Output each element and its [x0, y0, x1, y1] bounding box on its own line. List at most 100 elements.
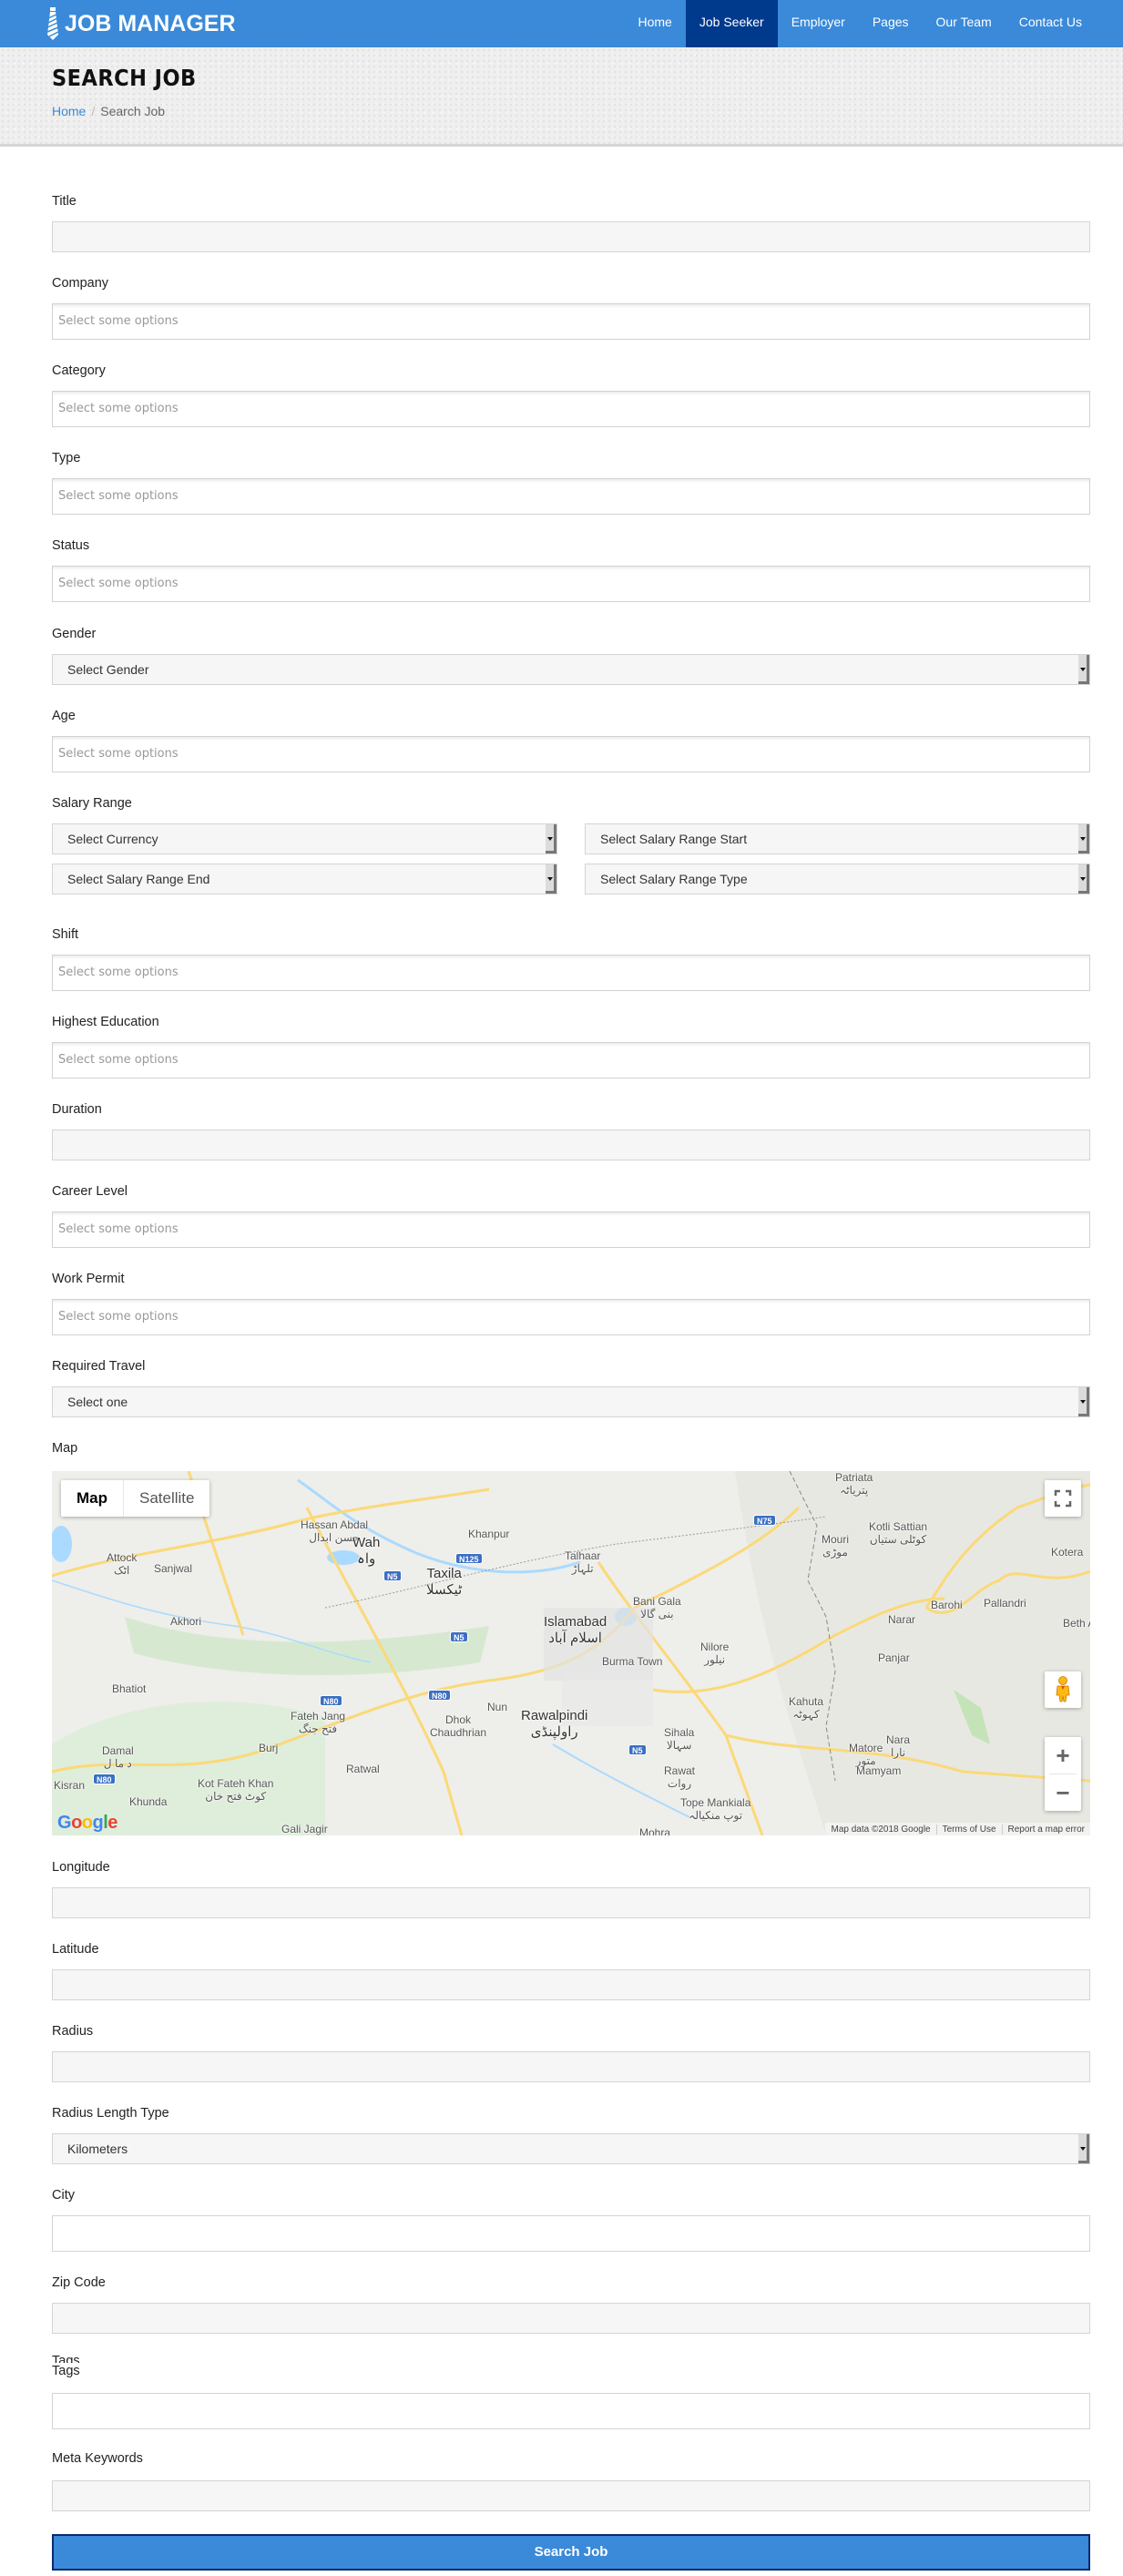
- nav-item-employer[interactable]: Employer: [778, 0, 859, 47]
- terms-of-use-link[interactable]: Terms of Use: [935, 1824, 1002, 1835]
- required-travel-label: Required Travel: [52, 1359, 146, 1374]
- dropdown-arrow-icon: [1078, 2134, 1089, 2163]
- type-multiselect[interactable]: Select some options: [52, 478, 1090, 515]
- map-place-label: Pallandri: [984, 1597, 1026, 1610]
- radius-input[interactable]: [52, 2051, 1090, 2082]
- salary-range-end-select[interactable]: Select Salary Range End: [52, 864, 557, 894]
- salary-range-type-select[interactable]: Select Salary Range Type: [585, 864, 1090, 894]
- breadcrumb-current: Search Job: [100, 104, 166, 118]
- map-place-label: Attock اٹک: [107, 1551, 138, 1577]
- highest-education-multiselect[interactable]: Select some options: [52, 1042, 1090, 1078]
- map-place-label: Bhatiot: [112, 1682, 147, 1695]
- category-label: Category: [52, 363, 106, 378]
- map-attribution: Map data ©2018 Google Terms of Use Repor…: [825, 1823, 1090, 1835]
- salary-range-start-select[interactable]: Select Salary Range Start: [585, 823, 1090, 854]
- zoom-out-button[interactable]: −: [1045, 1774, 1081, 1811]
- map-place-label: Rawalpindi راولپنڈی: [521, 1708, 588, 1740]
- nav-item-contact-us[interactable]: Contact Us: [1006, 0, 1096, 47]
- map-place-label: Talhaar تلہاڑ: [565, 1549, 601, 1575]
- map-place-label: Khanpur: [468, 1528, 510, 1540]
- map-place-label: Patriata پتریاٹہ: [835, 1471, 873, 1497]
- company-multiselect[interactable]: Select some options: [52, 303, 1090, 340]
- main-nav: Home Job Seeker Employer Pages Our Team …: [625, 0, 1123, 47]
- nav-item-pages[interactable]: Pages: [859, 0, 923, 47]
- map-place-label: Taxila ٹیکسلا: [426, 1566, 463, 1598]
- road-shield-n80: N80: [93, 1774, 116, 1784]
- work-permit-multiselect[interactable]: Select some options: [52, 1299, 1090, 1335]
- currency-select[interactable]: Select Currency: [52, 823, 557, 854]
- shift-multiselect[interactable]: Select some options: [52, 955, 1090, 991]
- nav-item-home[interactable]: Home: [625, 0, 686, 47]
- fullscreen-button[interactable]: [1045, 1480, 1081, 1517]
- map-data-credit: Map data ©2018 Google: [831, 1824, 931, 1835]
- map-place-label: Fateh Jang فتح جنگ: [291, 1710, 346, 1735]
- breadcrumb: Home / Search Job: [52, 104, 165, 118]
- zip-code-input[interactable]: [52, 2303, 1090, 2334]
- career-level-label: Career Level: [52, 1184, 128, 1199]
- required-travel-select[interactable]: Select one: [52, 1386, 1090, 1417]
- road-shield-n5: N5: [628, 1744, 647, 1755]
- longitude-input[interactable]: [52, 1887, 1090, 1918]
- dropdown-arrow-icon: [1078, 864, 1089, 894]
- road-shield-n5: N5: [383, 1570, 402, 1581]
- company-label: Company: [52, 276, 109, 291]
- road-shield-n75: N75: [753, 1515, 776, 1526]
- salary-range-end-value: Select Salary Range End: [67, 872, 210, 886]
- age-multiselect[interactable]: Select some options: [52, 736, 1090, 772]
- radius-length-type-select[interactable]: Kilometers: [52, 2133, 1090, 2164]
- category-multiselect[interactable]: Select some options: [52, 391, 1090, 427]
- work-permit-label: Work Permit: [52, 1272, 125, 1286]
- required-travel-value: Select one: [67, 1395, 128, 1409]
- zoom-in-button[interactable]: +: [1045, 1737, 1081, 1774]
- breadcrumb-home-link[interactable]: Home: [52, 104, 86, 118]
- map-place-label: Nara نارا: [886, 1733, 911, 1759]
- map-place-label: Tope Mankiala توپ منکیالہ: [680, 1796, 751, 1822]
- map-place-label: Kotera: [1051, 1546, 1084, 1559]
- top-navbar: JOB MANAGER Home Job Seeker Employer Pag…: [0, 0, 1123, 47]
- meta-keywords-input[interactable]: [52, 2480, 1090, 2511]
- page-title: SEARCH JOB: [52, 65, 197, 91]
- zoom-control: + −: [1045, 1737, 1081, 1811]
- brand-logo[interactable]: JOB MANAGER: [46, 0, 236, 47]
- title-input[interactable]: [52, 221, 1090, 252]
- radius-label: Radius: [52, 2024, 94, 2039]
- breadcrumb-separator: /: [91, 104, 96, 118]
- gender-label: Gender: [52, 627, 97, 641]
- longitude-label: Longitude: [52, 1860, 110, 1875]
- dropdown-arrow-icon: [1078, 1387, 1089, 1416]
- google-logo[interactable]: Google: [57, 1813, 117, 1834]
- title-label: Title: [52, 194, 77, 209]
- map-type-map-button[interactable]: Map: [61, 1480, 124, 1517]
- tags-label: Tags: [52, 2364, 80, 2378]
- currency-select-value: Select Currency: [67, 832, 158, 846]
- search-job-button[interactable]: Search Job: [52, 2534, 1090, 2571]
- map-place-label: Gali Jagir: [281, 1823, 328, 1835]
- location-map[interactable]: Hassan Abdal حسن ابدال Wah واہ Attock اٹک S…: [52, 1471, 1090, 1835]
- nav-item-our-team[interactable]: Our Team: [923, 0, 1006, 47]
- career-level-multiselect[interactable]: Select some options: [52, 1211, 1090, 1248]
- street-view-button[interactable]: [1045, 1671, 1081, 1708]
- page-header: SEARCH JOB Home / Search Job: [0, 47, 1123, 147]
- road-shield-n5: N5: [450, 1631, 468, 1642]
- duration-input[interactable]: [52, 1130, 1090, 1160]
- report-map-error-link[interactable]: Report a map error: [1001, 1824, 1090, 1835]
- map-place-label: Kisran: [54, 1779, 86, 1792]
- map-place-label: Nun: [487, 1701, 508, 1713]
- map-place-label: Nilore نیلور: [700, 1641, 730, 1666]
- map-place-label: Akhori: [170, 1615, 202, 1628]
- pegman-icon: [1056, 1676, 1070, 1702]
- latitude-input[interactable]: [52, 1969, 1090, 2000]
- gender-select[interactable]: Select Gender: [52, 654, 1090, 685]
- radius-length-type-value: Kilometers: [67, 2142, 128, 2156]
- map-place-label: Burma Town: [602, 1655, 663, 1668]
- tags-input[interactable]: [52, 2393, 1090, 2429]
- radius-length-type-label: Radius Length Type: [52, 2106, 169, 2121]
- dropdown-arrow-icon: [1078, 655, 1089, 684]
- map-place-label: Mamyam: [856, 1764, 902, 1777]
- brand-name: JOB MANAGER: [65, 10, 236, 36]
- nav-item-job-seeker[interactable]: Job Seeker: [685, 0, 778, 47]
- map-type-satellite-button[interactable]: Satellite: [124, 1480, 209, 1517]
- city-input[interactable]: [52, 2215, 1090, 2252]
- status-multiselect[interactable]: Select some options: [52, 566, 1090, 602]
- salary-range-start-value: Select Salary Range Start: [600, 832, 748, 846]
